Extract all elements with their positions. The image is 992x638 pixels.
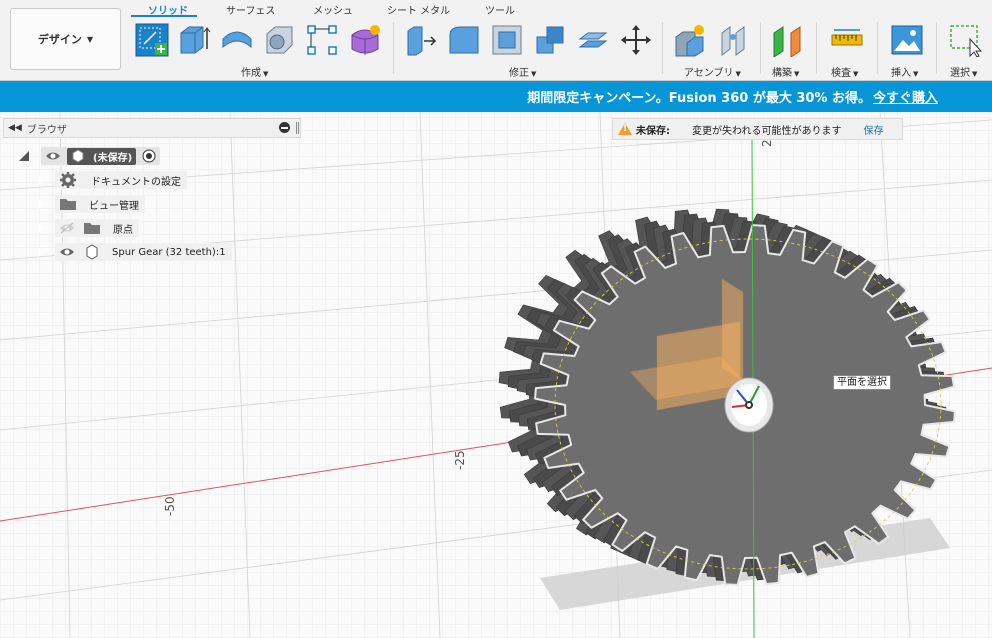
tree-item-document-settings[interactable]: ドキュメントの設定 [36,170,187,190]
measure-icon[interactable] [830,23,864,57]
group-insert[interactable]: 挿入 ▼ [891,64,918,79]
shell-icon[interactable] [262,23,296,57]
axis-label-minus-50: -50 [163,496,177,516]
workspace-switcher-button[interactable]: デザイン ▼ [10,8,121,70]
unsaved-notification: 未保存: 変更が失われる可能性があります 保存 [612,118,903,140]
collapse-triangle-icon[interactable] [19,151,29,161]
tree-root[interactable]: (未保存) [19,146,161,166]
gear-settings-icon [60,172,76,188]
component-icon [86,244,98,260]
toolbar-divider [662,22,663,74]
select-window-icon[interactable] [948,23,982,57]
active-tab-indicator [131,15,197,17]
promo-text: 期間限定キャンペーン。Fusion 360 が最大 30% お得。 [527,91,871,106]
minimize-icon[interactable] [279,122,290,133]
toolbar-divider [393,22,394,74]
eye-hidden-icon[interactable] [59,222,75,234]
new-component-icon[interactable] [673,23,707,57]
expand-triangle-icon[interactable] [36,245,45,259]
buy-now-link[interactable]: 今すぐ購入 [873,87,938,106]
fillet-icon[interactable] [447,23,481,57]
folder-icon [60,199,76,210]
create-sketch-icon[interactable] [135,23,169,57]
move-icon[interactable] [619,23,653,57]
chevron-down-icon: ▼ [86,34,94,44]
create-form-icon[interactable] [348,23,382,57]
toolbar-divider [816,22,817,74]
resize-grip-icon[interactable] [296,122,299,134]
toolbar-divider [877,22,878,74]
select-plane-tooltip: 平面を選択 [833,375,891,390]
browser-panel-header: ◀◀ ブラウザ [3,118,301,138]
axis-label-minus-25: -25 [453,450,467,470]
group-create[interactable]: 作成 ▼ [241,64,268,79]
root-component-label: (未保存) [93,152,133,164]
group-assembly[interactable]: アセンブリ ▼ [684,64,741,79]
eye-icon[interactable] [45,150,61,162]
offset-face-icon[interactable] [576,23,610,57]
save-button[interactable]: 保存 [864,122,884,137]
joint-icon[interactable] [716,23,750,57]
browser-title: ブラウザ [26,124,67,136]
collapse-panel-icon[interactable]: ◀◀ [8,123,22,133]
toolbar-divider [936,22,937,74]
workspace-label: デザイン [37,33,82,46]
expand-triangle-icon[interactable] [36,197,45,211]
folder-icon [84,223,100,234]
unsaved-message: 変更が失われる可能性があります [692,125,842,137]
group-select[interactable]: 選択 ▼ [950,64,977,79]
joint-points-icon[interactable] [305,23,339,57]
unsaved-title: 未保存: [636,125,670,137]
group-construct[interactable]: 構築 ▼ [772,64,799,79]
tab-mesh[interactable]: メッシュ [313,2,353,17]
extrude-icon[interactable] [177,23,211,57]
press-pull-icon[interactable] [404,23,438,57]
tab-sheet-metal[interactable]: シート メタル [387,2,450,17]
toolbar-divider [760,22,761,74]
combine-icon[interactable] [533,23,567,57]
toolbar: デザイン ▼ ソリッド サーフェス メッシュ シート メタル ツール 作成▼ [0,0,992,81]
group-inspect[interactable]: 検査 ▼ [831,64,858,79]
warning-icon [618,123,632,135]
tab-tools[interactable]: ツール [485,2,515,17]
tree-item-origin[interactable]: 原点 [36,218,139,238]
offset-plane-icon[interactable] [771,23,805,57]
expand-triangle-icon[interactable] [36,221,45,235]
insert-image-icon[interactable] [890,23,924,57]
expand-triangle-icon[interactable] [36,173,45,187]
promo-banner: 期間限定キャンペーン。Fusion 360 が最大 30% お得。 今すぐ購入 [0,81,992,112]
eye-icon[interactable] [59,246,75,258]
tab-surface[interactable]: サーフェス [226,2,275,17]
chamfer-icon[interactable] [490,23,524,57]
tree-item-named-views[interactable]: ビュー管理 [36,194,145,214]
revolve-icon[interactable] [220,23,254,57]
activate-radio-icon[interactable] [142,149,156,163]
component-icon [72,149,84,163]
tree-item-spur-gear[interactable]: Spur Gear (32 teeth):1 [36,242,232,262]
group-modify[interactable]: 修正 ▼ [509,64,536,79]
